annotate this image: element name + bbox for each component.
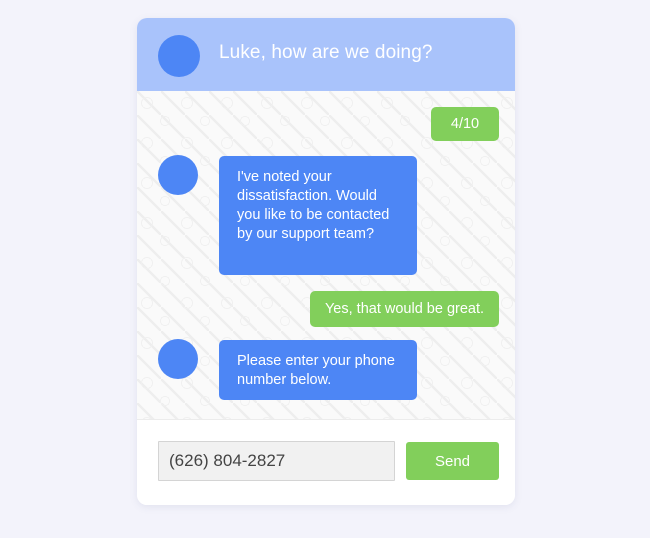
phone-input[interactable] xyxy=(158,441,395,481)
message-list[interactable]: 4/10 I've noted your dissatisfaction. Wo… xyxy=(137,91,515,419)
chat-title: Luke, how are we doing? xyxy=(219,42,433,63)
bot-avatar xyxy=(158,339,198,379)
user-message-confirm: Yes, that would be great. xyxy=(310,291,499,327)
chat-header: Luke, how are we doing? xyxy=(137,18,515,91)
chat-widget: Luke, how are we doing? 4/10 I've noted … xyxy=(137,18,515,505)
bot-message-dissatisfaction: I've noted your dissatisfaction. Would y… xyxy=(219,156,417,275)
send-button[interactable]: Send xyxy=(406,442,499,480)
user-message-rating: 4/10 xyxy=(431,107,499,141)
composer: Send xyxy=(137,419,515,505)
bot-avatar xyxy=(158,155,198,195)
bot-message-phone-request: Please enter your phone number below. xyxy=(219,340,417,400)
agent-avatar xyxy=(158,35,200,77)
